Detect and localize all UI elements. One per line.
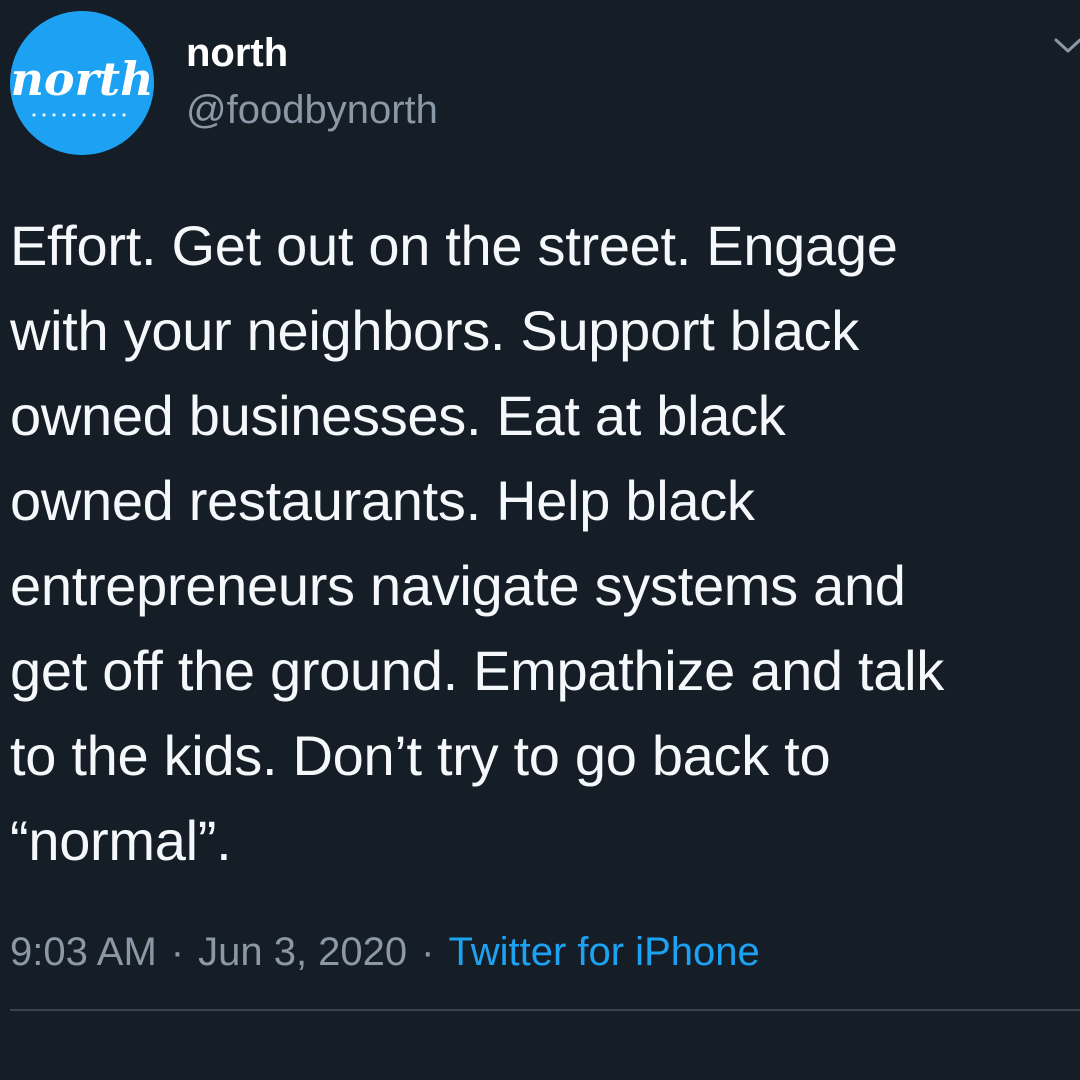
tweet-text: Effort. Get out on the street. Engage wi… <box>10 203 1080 883</box>
meta-separator: · <box>170 930 185 974</box>
avatar-logo-text: north <box>10 52 153 106</box>
tweet-text-line: owned businesses. Eat at black <box>10 384 786 447</box>
tweet-meta: 9:03 AM · Jun 3, 2020 · Twitter for iPhone <box>10 926 760 978</box>
divider <box>10 1009 1080 1011</box>
avatar[interactable]: north <box>10 11 154 155</box>
tweet-time[interactable]: 9:03 AM <box>10 930 157 974</box>
tweet-source-link[interactable]: Twitter for iPhone <box>448 930 759 974</box>
tweet-text-line: Effort. Get out on the street. Engage <box>10 214 898 277</box>
chevron-down-icon[interactable] <box>1052 30 1080 60</box>
tweet-text-line: get off the ground. Empathize and talk <box>10 639 944 702</box>
tweet-date[interactable]: Jun 3, 2020 <box>198 930 407 974</box>
tweet-text-line: entrepreneurs navigate systems and <box>10 554 906 617</box>
tweet-text-line: “normal”. <box>10 809 232 872</box>
meta-separator: · <box>421 930 435 974</box>
north-logo-icon: north <box>10 11 154 155</box>
tweet-card: north north @foodbynorth Effort. Get out… <box>0 0 1080 1080</box>
tweet-text-line: owned restaurants. Help black <box>10 469 755 532</box>
author-display-name[interactable]: north <box>186 30 288 76</box>
tweet-text-line: to the kids. Don’t try to go back to <box>10 724 831 787</box>
tweet-text-line: with your neighbors. Support black <box>10 299 859 362</box>
author-handle[interactable]: @foodbynorth <box>186 87 438 133</box>
